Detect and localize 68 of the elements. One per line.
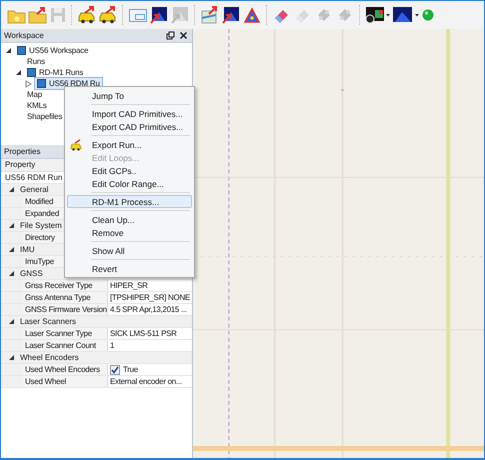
tree-item[interactable]: Runs — [25, 56, 47, 67]
tree-item[interactable]: Shapefiles — [25, 111, 64, 122]
panel-title: Properties — [4, 147, 40, 156]
open-folder-button[interactable] — [28, 4, 48, 26]
road-scene-icon — [221, 6, 241, 24]
float-icon[interactable] — [166, 31, 175, 40]
expander-icon[interactable] — [15, 69, 22, 76]
folder-icon — [28, 6, 48, 24]
scene-button[interactable] — [149, 4, 169, 26]
car-icon — [77, 6, 97, 24]
node-icon — [27, 68, 36, 77]
road-scene-icon — [149, 6, 169, 24]
menu-item[interactable]: Jump To — [67, 89, 192, 102]
node-icon — [17, 46, 26, 55]
category-label: Laser Scanners — [20, 317, 76, 326]
tree-item[interactable]: US56 Workspace — [15, 45, 90, 56]
scene-button[interactable] — [221, 4, 241, 26]
window-icon — [128, 6, 148, 24]
property-value: [TPSHIPER_SR] NONE — [110, 293, 190, 302]
heatmap-icon — [365, 6, 391, 24]
node-icon — [37, 79, 46, 88]
tree-item[interactable]: KMLs — [25, 100, 49, 111]
expander-icon[interactable] — [8, 318, 15, 325]
property-name: Laser Scanner Type — [23, 328, 108, 339]
triangle-icon — [242, 6, 262, 24]
category-label: Wheel Encoders — [20, 353, 79, 362]
property-value: SICK LMS-511 PSR — [110, 329, 177, 338]
tree-item[interactable]: RD-M1 Runs — [25, 67, 86, 78]
property-name: Used Wheel — [23, 376, 108, 387]
property-name: GNSS Firmware Version — [23, 304, 108, 315]
expander-icon[interactable] — [8, 222, 15, 229]
expander-icon[interactable] — [8, 246, 15, 253]
category-label: IMU — [20, 245, 35, 254]
property-value: 4.5 SPR Apr,13,2015 ... — [110, 305, 187, 314]
car-button[interactable] — [77, 4, 97, 26]
menu-item[interactable]: Show All — [67, 244, 192, 257]
tree-item[interactable]: Map — [25, 89, 44, 100]
category-label: File System — [20, 221, 62, 230]
property-value: 1 — [110, 341, 114, 350]
category-label: General — [20, 185, 48, 194]
car-icon — [98, 6, 118, 24]
car-icon — [70, 138, 82, 150]
property-name: Used Wheel Encoders — [23, 364, 108, 375]
chart-dropdown-button[interactable] — [365, 4, 391, 26]
expander-icon[interactable] — [5, 47, 12, 54]
expander-icon[interactable] — [8, 270, 15, 277]
category-label: GNSS — [20, 269, 43, 278]
close-icon[interactable] — [179, 31, 188, 40]
road-scene-icon — [170, 6, 190, 24]
car-button[interactable] — [98, 4, 118, 26]
map-button[interactable] — [200, 4, 220, 26]
menu-item[interactable]: Export CAD Primitives... — [67, 120, 192, 133]
property-name: Gnss Receiver Type — [23, 280, 108, 291]
checkbox[interactable] — [110, 364, 120, 374]
property-name: Gnss Antenna Type — [23, 292, 108, 303]
property-value: True — [123, 365, 138, 374]
expander-icon[interactable] — [8, 354, 15, 361]
property-name: Laser Scanner Count — [23, 340, 108, 351]
menu-item[interactable]: RD-M1 Process... — [67, 195, 192, 208]
property-value: HIPER_SR — [110, 281, 148, 290]
status-icon — [421, 8, 435, 22]
property-value: External encoder on... — [110, 377, 182, 386]
expander-icon[interactable] — [8, 186, 15, 193]
map-icon — [200, 6, 220, 24]
road-scene-icon — [392, 6, 420, 24]
menu-item[interactable]: Export Run... — [67, 138, 192, 151]
panel-title: Workspace — [4, 31, 44, 40]
menu-item[interactable]: Import CAD Primitives... — [67, 107, 192, 120]
